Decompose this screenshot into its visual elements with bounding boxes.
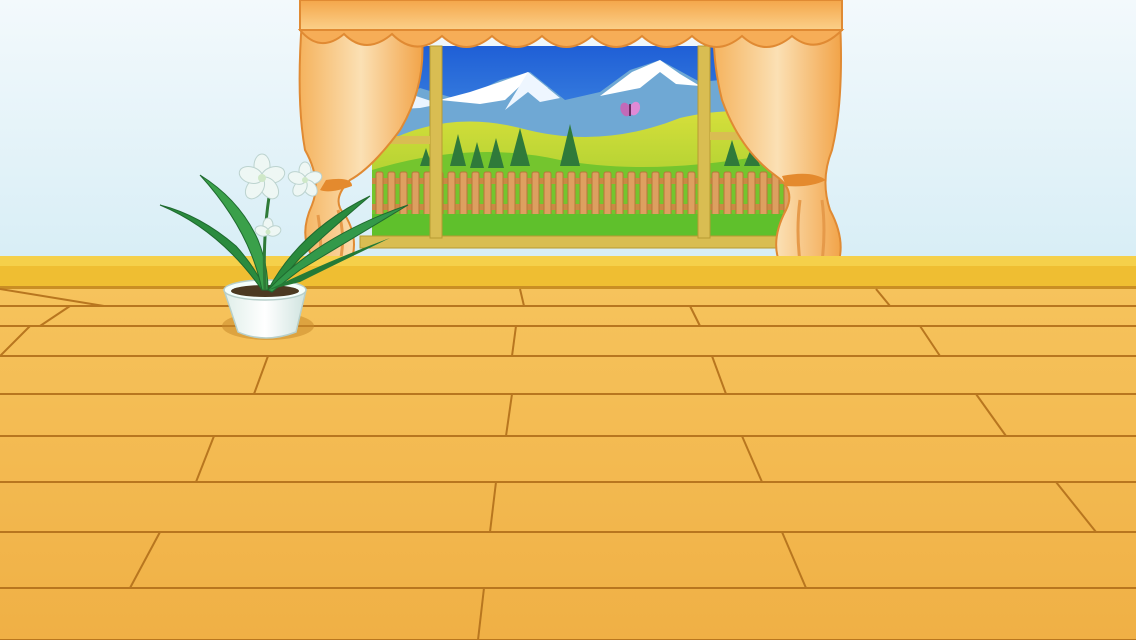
wooden-floor — [0, 288, 1136, 640]
fence-picket — [459, 171, 468, 217]
fence-picket — [615, 171, 624, 217]
room-scene-svg — [0, 0, 1136, 640]
fence-picket — [627, 171, 636, 217]
fence-picket — [519, 171, 528, 217]
fence-picket — [447, 171, 456, 217]
curtain-valance — [297, 0, 845, 48]
baseboard — [0, 266, 1136, 288]
fence-picket — [483, 171, 492, 217]
fence-picket — [471, 171, 480, 217]
fence-picket — [747, 171, 756, 217]
room-scene — [0, 0, 1136, 640]
fence-picket — [567, 171, 576, 217]
fence-picket — [639, 171, 648, 217]
fence-picket — [543, 171, 552, 217]
fence-picket — [603, 171, 612, 217]
fence-picket — [675, 171, 684, 217]
fence-picket — [531, 171, 540, 217]
fence-picket — [651, 171, 660, 217]
fence-picket — [495, 171, 504, 217]
baseboard-edge — [0, 286, 1136, 289]
fence-picket — [759, 171, 768, 217]
fence-picket — [507, 171, 516, 217]
baseboard-top — [0, 256, 1136, 266]
fence-picket — [711, 171, 720, 217]
fence-picket — [555, 171, 564, 217]
fence-picket — [735, 171, 744, 217]
fence-picket — [387, 171, 396, 217]
fence-picket — [579, 171, 588, 217]
fence-picket — [591, 171, 600, 217]
fence-picket — [723, 171, 732, 217]
fence-picket — [411, 171, 420, 217]
fence-picket — [375, 171, 384, 217]
fence-picket — [663, 171, 672, 217]
fence-picket — [687, 171, 696, 217]
